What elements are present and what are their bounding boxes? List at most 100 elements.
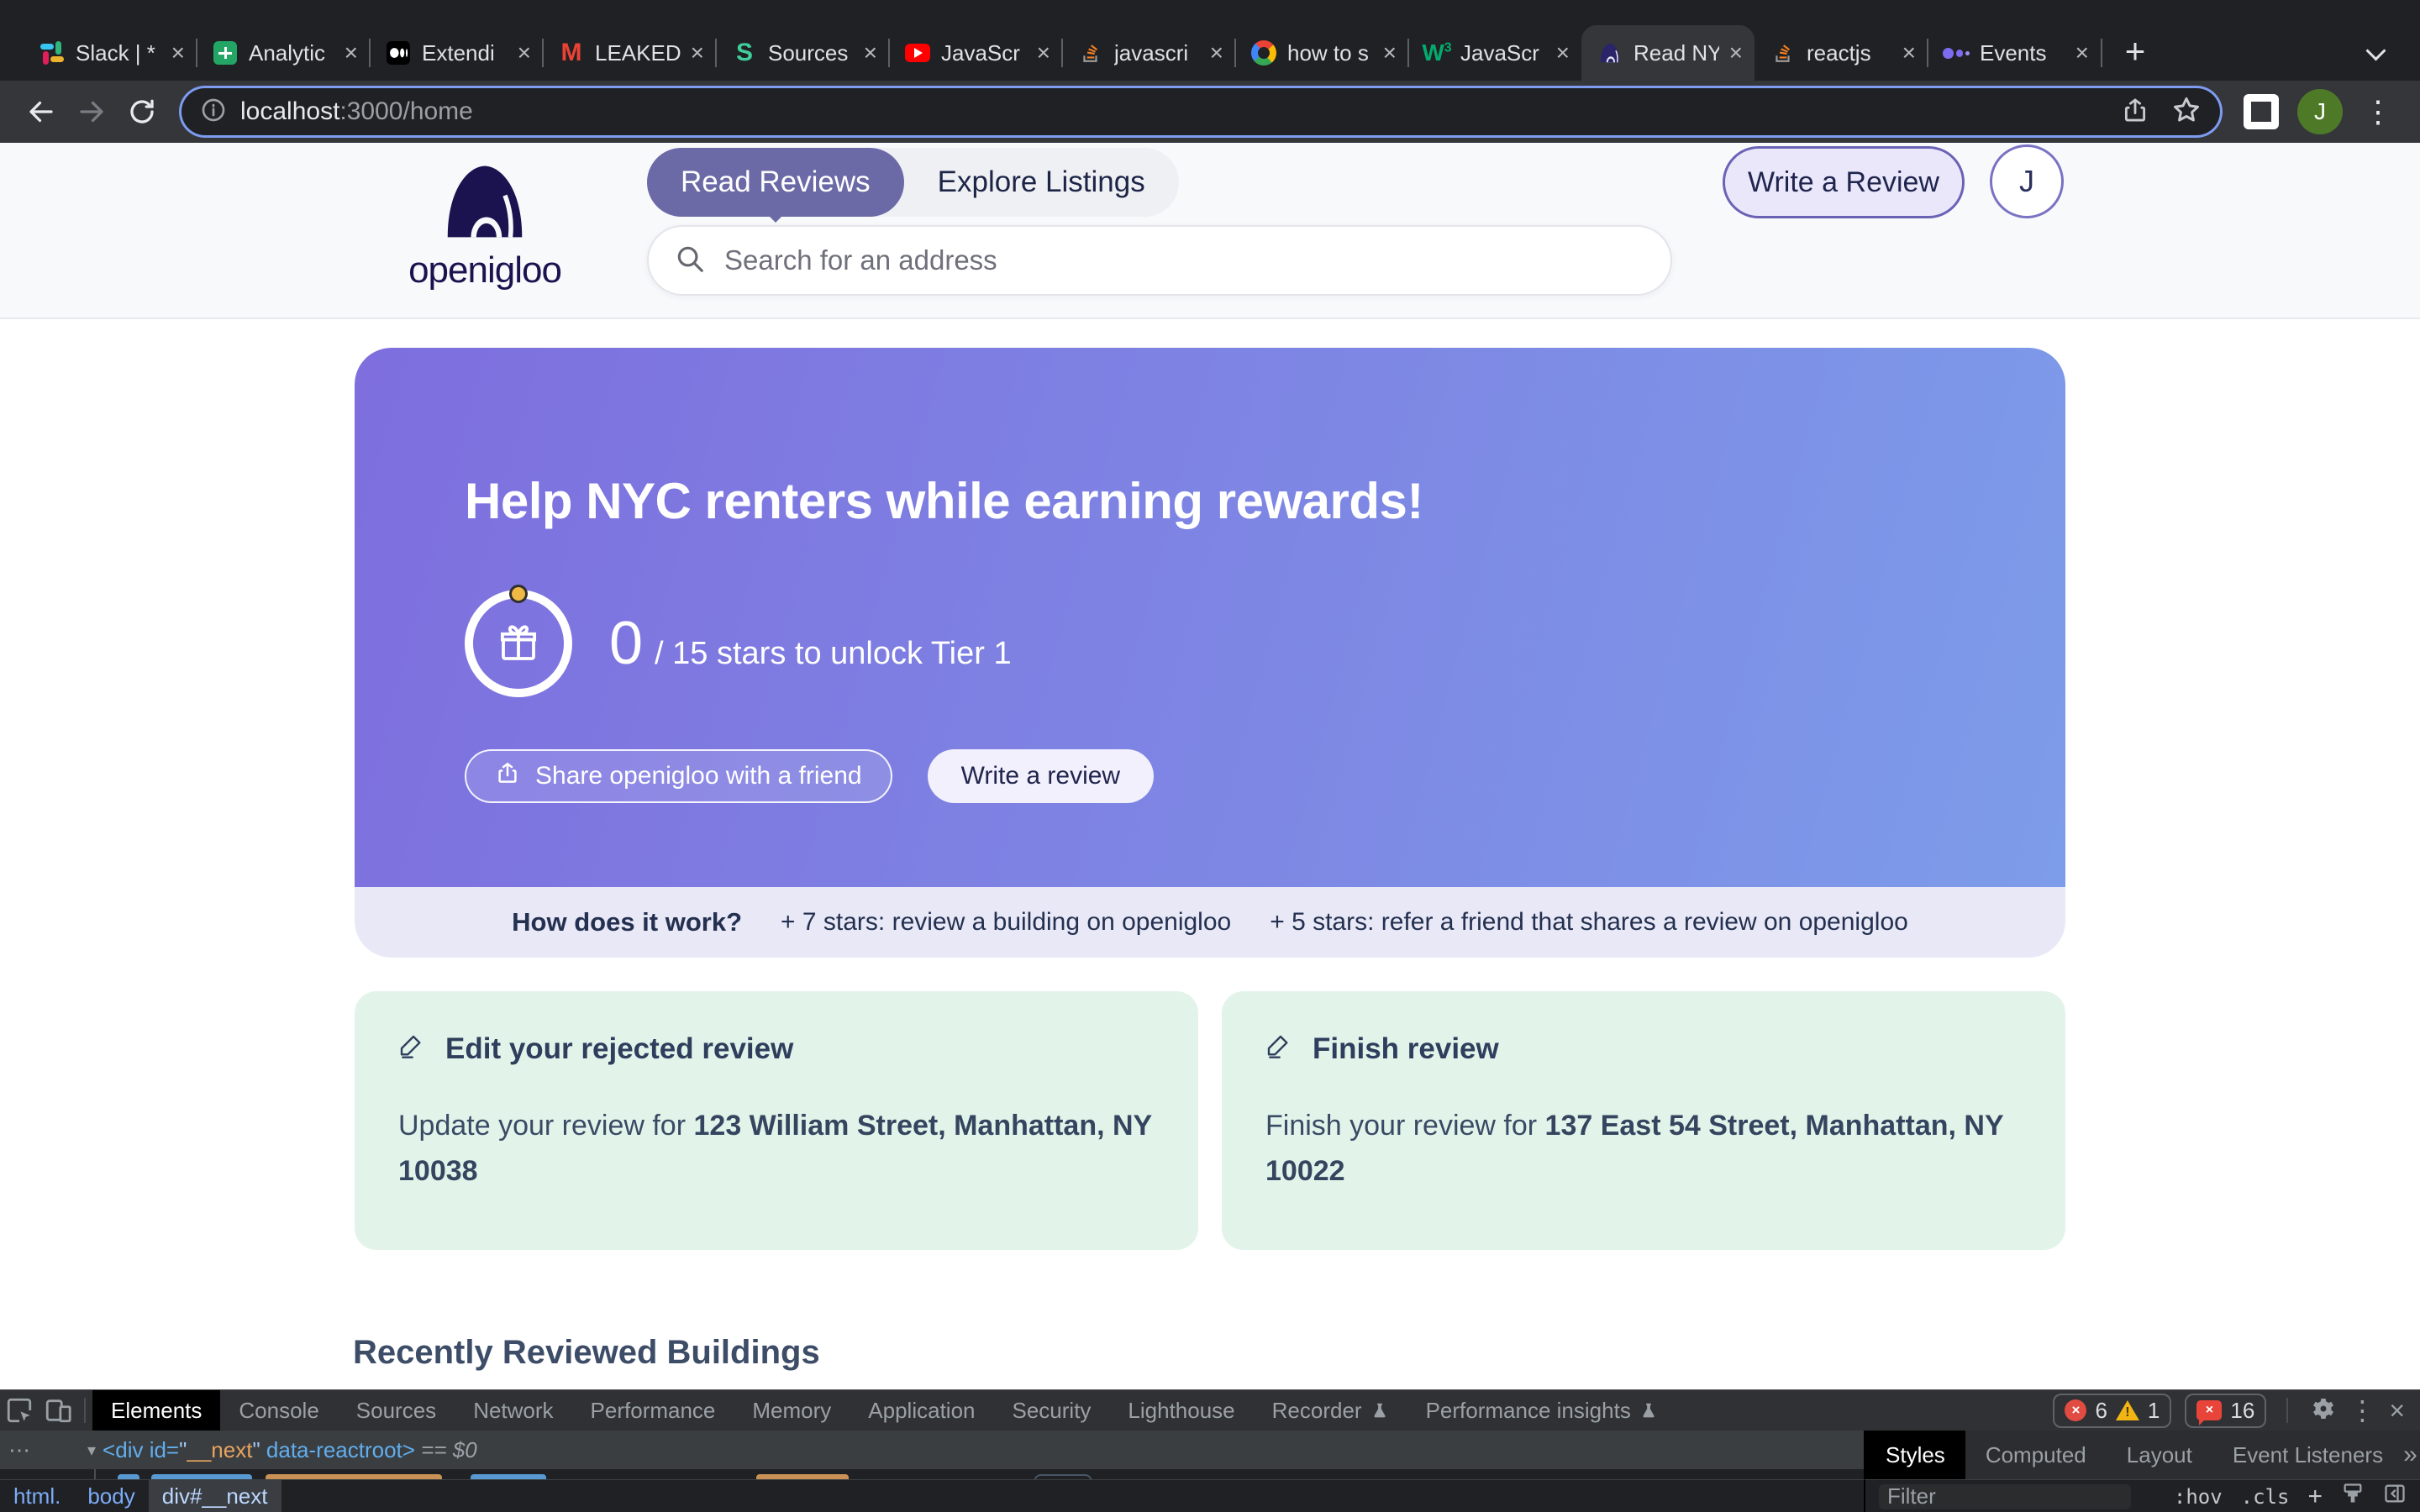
dom-selected-row[interactable]: ⋯ ▾<div id="__next" data-reactroot> == $… (0, 1431, 1864, 1469)
styles-tab-computed[interactable]: Computed (1965, 1431, 2107, 1479)
address-bar[interactable]: localhost:3000/home (182, 88, 2220, 135)
breadcrumb-body[interactable]: body (74, 1480, 148, 1512)
forward-button[interactable] (69, 89, 114, 134)
dom-overflow-icon[interactable]: ⋯ (0, 1437, 54, 1463)
dom-attr-reactroot: data-reactroot (260, 1437, 402, 1463)
openigloo-icon (1597, 39, 1623, 66)
tab-close-icon[interactable]: × (1383, 41, 1397, 65)
devtools-tab-recorder[interactable]: Recorder (1254, 1390, 1407, 1431)
browser-profile-avatar[interactable]: J (2297, 89, 2343, 134)
devtools-tab-performance-insights[interactable]: Performance insights (1407, 1390, 1676, 1431)
page-content: openigloo Read Reviews Explore Listings … (0, 143, 2420, 1389)
tab-label: Sources (768, 40, 854, 66)
styles-tab-event-listeners[interactable]: Event Listeners (2212, 1431, 2403, 1479)
tab-close-icon[interactable]: × (691, 41, 704, 65)
browser-tab-slack[interactable]: Slack | * × (24, 25, 197, 81)
tab-close-icon[interactable]: × (2075, 41, 2089, 65)
openigloo-logo[interactable]: openigloo (397, 160, 573, 291)
tab-close-icon[interactable]: × (518, 41, 531, 65)
share-icon[interactable] (2121, 96, 2149, 129)
share-button-label: Share openigloo with a friend (535, 762, 862, 790)
devtools-tab-performance[interactable]: Performance (572, 1390, 734, 1431)
devtools-tab-application[interactable]: Application (850, 1390, 993, 1431)
url-path: :3000/home (339, 97, 472, 125)
browser-tab-google[interactable]: how to s × (1235, 25, 1408, 81)
breadcrumb-html[interactable]: html. (0, 1480, 74, 1512)
tab-close-icon[interactable]: × (171, 41, 185, 65)
console-status-badge[interactable]: × 6 ! 1 (2053, 1394, 2171, 1428)
tab-close-icon[interactable]: × (1210, 41, 1223, 65)
tab-close-icon[interactable]: × (345, 41, 358, 65)
browser-tab-openigloo-active[interactable]: Read NY × (1581, 25, 1754, 81)
tab-close-icon[interactable]: × (864, 41, 877, 65)
devtools-settings-gear-icon[interactable] (2308, 1395, 2335, 1426)
tab-close-icon[interactable]: × (1556, 41, 1570, 65)
tab-read-reviews[interactable]: Read Reviews (647, 148, 904, 217)
user-avatar[interactable]: J (1990, 144, 2064, 218)
styles-tab-layout[interactable]: Layout (2107, 1431, 2212, 1479)
rewards-progress-ring (465, 590, 572, 697)
browser-menu-icon[interactable]: ⋮ (2354, 94, 2402, 129)
inspect-element-icon[interactable] (0, 1390, 39, 1431)
new-style-rule-button[interactable]: + (2307, 1483, 2323, 1511)
expand-arrow-icon[interactable]: ▾ (87, 1440, 96, 1461)
breadcrumb-div-next[interactable]: div#__next (149, 1480, 281, 1512)
devtools-tab-sources[interactable]: Sources (338, 1390, 455, 1431)
sidebar-panel-icon[interactable] (2383, 1482, 2407, 1511)
browser-tab-youtube[interactable]: JavaScr × (889, 25, 1062, 81)
site-info-icon[interactable] (200, 97, 227, 128)
devtools-close-icon[interactable]: × (2389, 1397, 2405, 1424)
back-button[interactable] (18, 89, 64, 134)
paint-brush-icon[interactable] (2341, 1482, 2365, 1511)
new-tab-button[interactable]: + (2111, 27, 2160, 76)
device-toolbar-icon[interactable] (39, 1390, 77, 1431)
browser-tab-gmail[interactable]: M LEAKED × (543, 25, 716, 81)
tab-label: reactjs (1807, 40, 1892, 66)
share-with-friend-button[interactable]: Share openigloo with a friend (465, 749, 892, 803)
edit-rejected-review-card[interactable]: Edit your rejected review Update your re… (355, 991, 1198, 1250)
address-search-input[interactable]: Search for an address (647, 225, 1672, 296)
logo-wordmark: openigloo (397, 249, 573, 291)
tab-label: Performance insights (1426, 1398, 1631, 1424)
tab-label: Slack | * (76, 40, 161, 66)
browser-tab-medium[interactable]: Extendi × (370, 25, 543, 81)
browser-tab-reactjs[interactable]: reactjs × (1754, 25, 1928, 81)
reload-button[interactable] (119, 89, 165, 134)
devtools-menu-icon[interactable]: ⋮ (2349, 1397, 2375, 1424)
pseudo-state-toggle[interactable]: :hov (2174, 1485, 2223, 1509)
browser-tab-analytics[interactable]: Analytic × (197, 25, 370, 81)
browser-tab-sources[interactable]: S Sources × (716, 25, 889, 81)
more-tabs-icon[interactable]: » (2403, 1441, 2420, 1469)
dom-quote: " (252, 1437, 260, 1463)
browser-tab-stackoverflow[interactable]: javascri × (1062, 25, 1235, 81)
write-a-review-banner-button[interactable]: Write a review (928, 749, 1155, 803)
devtools-tab-console[interactable]: Console (220, 1390, 337, 1431)
bookmark-star-icon[interactable] (2171, 95, 2202, 129)
write-a-review-button[interactable]: Write a Review (1723, 146, 1965, 218)
browser-tab-w3schools[interactable]: W3 JavaScr × (1408, 25, 1581, 81)
devtools-tab-security[interactable]: Security (994, 1390, 1110, 1431)
browser-tab-events[interactable]: Events × (1928, 25, 2101, 81)
devtools-tab-lighthouse[interactable]: Lighthouse (1109, 1390, 1253, 1431)
tab-close-icon[interactable]: × (1729, 41, 1743, 65)
card-title: Edit your rejected review (445, 1032, 793, 1066)
issues-badge[interactable]: × 16 (2185, 1394, 2266, 1428)
dom-attr-id: id= (143, 1437, 179, 1463)
url-host: localhost (240, 97, 339, 125)
rewards-progress: 0 / 15 stars to unlock Tier 1 (465, 590, 1012, 697)
devtools-tab-network[interactable]: Network (455, 1390, 571, 1431)
chevron-down-icon[interactable] (2366, 42, 2386, 62)
tab-label: Extendi (422, 40, 508, 66)
tab-explore-listings[interactable]: Explore Listings (904, 148, 1179, 217)
class-toggle[interactable]: .cls (2241, 1485, 2290, 1509)
styles-filter-input[interactable]: Filter (1879, 1484, 2131, 1509)
side-panel-icon[interactable] (2244, 94, 2279, 129)
youtube-icon (904, 39, 931, 66)
tab-close-icon[interactable]: × (1902, 41, 1916, 65)
devtools-tab-elements[interactable]: Elements (92, 1390, 220, 1431)
tab-close-icon[interactable]: × (1037, 41, 1050, 65)
styles-tab-styles[interactable]: Styles (1865, 1431, 1965, 1479)
finish-review-card[interactable]: Finish review Finish your review for 137… (1222, 991, 2065, 1250)
site-header: openigloo Read Reviews Explore Listings … (0, 143, 2420, 319)
devtools-tab-memory[interactable]: Memory (734, 1390, 850, 1431)
